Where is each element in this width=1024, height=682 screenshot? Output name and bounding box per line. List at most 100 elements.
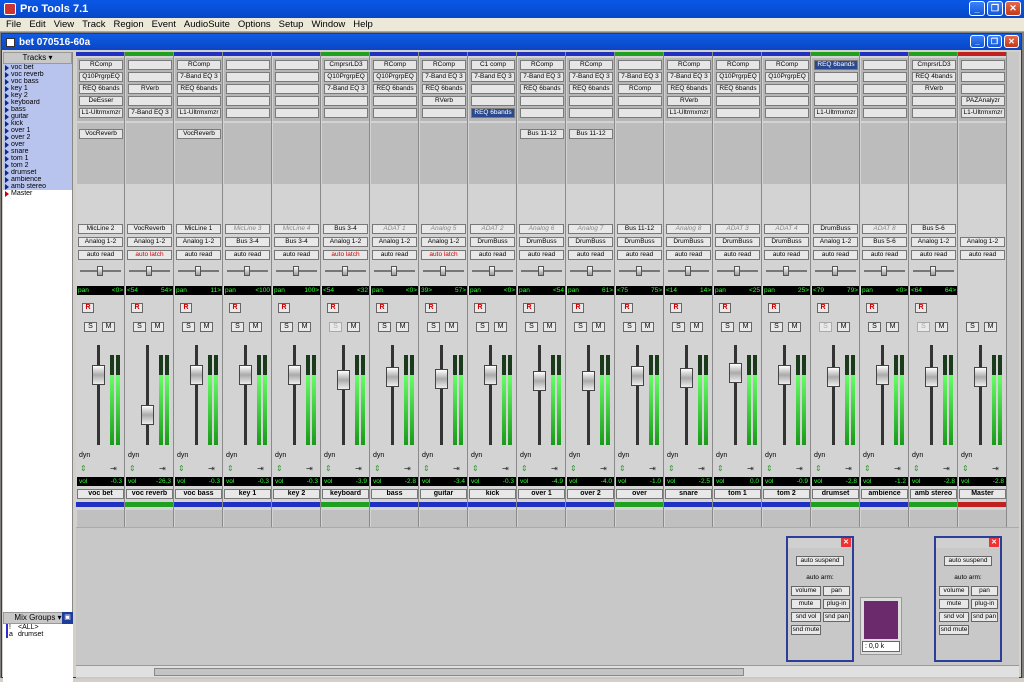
output-selector[interactable]: DrumBuss <box>519 237 564 247</box>
fader-cap[interactable] <box>631 366 644 386</box>
insert-slot[interactable]: REQ 6bands <box>716 84 760 94</box>
automation-mode-selector[interactable]: auto read <box>519 250 564 260</box>
fader-cap[interactable] <box>92 365 105 385</box>
insert-slot[interactable]: RVerb <box>667 96 711 106</box>
insert-slot[interactable]: L1-Ultrmxmzr <box>79 108 123 118</box>
volume-fader[interactable] <box>371 335 418 455</box>
output-selector[interactable]: Analog 1-2 <box>176 237 221 247</box>
insert-slot[interactable]: 7-Band EQ 3 <box>569 72 613 82</box>
insert-slot[interactable] <box>373 96 417 106</box>
input-selector[interactable]: VocReverb <box>127 224 172 234</box>
track-list-item[interactable]: bass <box>3 106 72 113</box>
auto-suspend-button[interactable]: auto suspend <box>796 556 844 566</box>
volume-fader[interactable] <box>812 335 859 455</box>
comments-box[interactable] <box>224 510 271 527</box>
track-name-button[interactable]: ambience <box>861 489 908 499</box>
volume-fader[interactable] <box>910 335 957 455</box>
mute-button[interactable]: M <box>347 322 360 332</box>
comments-box[interactable] <box>812 510 859 527</box>
record-arm-button[interactable]: R <box>425 303 437 313</box>
insert-slot[interactable]: Q10PrgrpEQ <box>765 72 809 82</box>
automation-close-icon[interactable]: ✕ <box>989 538 999 547</box>
insert-slot[interactable]: REQ 4bands <box>912 72 956 82</box>
insert-slot[interactable]: RComp <box>79 60 123 70</box>
track-arrow-icon[interactable]: ⇥ <box>404 464 411 473</box>
track-list-item[interactable]: keyboard <box>3 99 72 106</box>
output-selector[interactable]: DrumBuss <box>764 237 809 247</box>
comments-box[interactable] <box>959 510 1006 527</box>
input-selector[interactable]: Bus 5-6 <box>911 224 956 234</box>
mute-button[interactable]: M <box>788 322 801 332</box>
record-arm-button[interactable]: R <box>82 303 94 313</box>
insert-slot[interactable] <box>912 108 956 118</box>
volume-fader[interactable] <box>322 335 369 455</box>
track-arrow-icon[interactable]: ⇥ <box>992 464 999 473</box>
volume-fader[interactable] <box>861 335 908 455</box>
solo-button[interactable]: S <box>427 322 440 332</box>
arm-send-pan-button[interactable]: snd pan <box>971 612 998 622</box>
mute-button[interactable]: M <box>886 322 899 332</box>
record-arm-button[interactable]: R <box>327 303 339 313</box>
insert-slot[interactable]: Q10PrgrpEQ <box>716 72 760 82</box>
insert-slot[interactable] <box>373 108 417 118</box>
output-selector[interactable]: Analog 1-2 <box>960 237 1005 247</box>
record-arm-button[interactable]: R <box>670 303 682 313</box>
fader-cap[interactable] <box>925 367 938 387</box>
menu-help[interactable]: Help <box>349 18 377 31</box>
insert-slot[interactable]: RComp <box>716 60 760 70</box>
send-slot[interactable]: VocReverb <box>79 129 123 139</box>
automation-arrow-icon[interactable]: ⇕ <box>668 464 675 473</box>
track-show-icon[interactable] <box>5 141 9 148</box>
insert-slot[interactable] <box>814 84 858 94</box>
track-arrow-icon[interactable]: ⇥ <box>649 464 656 473</box>
comments-box[interactable] <box>714 510 761 527</box>
track-arrow-icon[interactable]: ⇥ <box>502 464 509 473</box>
insert-slot[interactable] <box>912 96 956 106</box>
automation-mode-selector[interactable]: auto read <box>176 250 221 260</box>
track-name-button[interactable]: key 2 <box>273 489 320 499</box>
insert-slot[interactable] <box>569 96 613 106</box>
track-arrow-icon[interactable]: ⇥ <box>747 464 754 473</box>
automation-mode-selector[interactable]: auto read <box>225 250 270 260</box>
track-arrow-icon[interactable]: ⇥ <box>110 464 117 473</box>
track-arrow-icon[interactable]: ⇥ <box>796 464 803 473</box>
solo-button[interactable]: S <box>280 322 293 332</box>
automation-mode-selector[interactable]: auto read <box>617 250 662 260</box>
insert-slot[interactable]: Q10PrgrpEQ <box>373 72 417 82</box>
insert-slot[interactable] <box>961 84 1005 94</box>
insert-slot[interactable] <box>324 108 368 118</box>
menu-region[interactable]: Region <box>110 18 148 31</box>
track-show-icon[interactable] <box>5 113 9 120</box>
track-show-icon[interactable] <box>5 134 9 141</box>
doc-minimize-icon[interactable]: _ <box>970 35 985 48</box>
volume-fader[interactable] <box>567 335 614 455</box>
send-slot[interactable]: Bus 11-12 <box>569 129 613 139</box>
pan-knob[interactable] <box>244 266 250 276</box>
input-selector[interactable]: ADAT 8 <box>862 224 907 234</box>
volume-fader[interactable] <box>224 335 271 455</box>
insert-slot[interactable]: 7-Band EQ 3 <box>471 72 515 82</box>
track-show-icon[interactable] <box>5 176 9 183</box>
solo-button[interactable]: S <box>721 322 734 332</box>
track-name-button[interactable]: kick <box>469 489 516 499</box>
restore-icon[interactable]: ❐ <box>987 1 1003 16</box>
mute-button[interactable]: M <box>739 322 752 332</box>
insert-slot[interactable] <box>226 108 270 118</box>
doc-restore-icon[interactable]: ❐ <box>987 35 1002 48</box>
pan-knob[interactable] <box>783 266 789 276</box>
fader-cap[interactable] <box>386 367 399 387</box>
record-arm-button[interactable]: R <box>180 303 192 313</box>
output-selector[interactable]: Analog 1-2 <box>323 237 368 247</box>
record-arm-button[interactable]: R <box>229 303 241 313</box>
automation-arrow-icon[interactable]: ⇕ <box>913 464 920 473</box>
track-name-button[interactable]: over 2 <box>567 489 614 499</box>
comments-box[interactable] <box>616 510 663 527</box>
solo-button[interactable]: S <box>525 322 538 332</box>
pan-knob[interactable] <box>734 266 740 276</box>
insert-slot[interactable] <box>716 96 760 106</box>
output-selector[interactable]: DrumBuss <box>470 237 515 247</box>
input-selector[interactable]: Bus 11-12 <box>617 224 662 234</box>
insert-slot[interactable] <box>863 72 907 82</box>
pan-knob[interactable] <box>391 266 397 276</box>
automation-arrow-icon[interactable]: ⇕ <box>129 464 136 473</box>
